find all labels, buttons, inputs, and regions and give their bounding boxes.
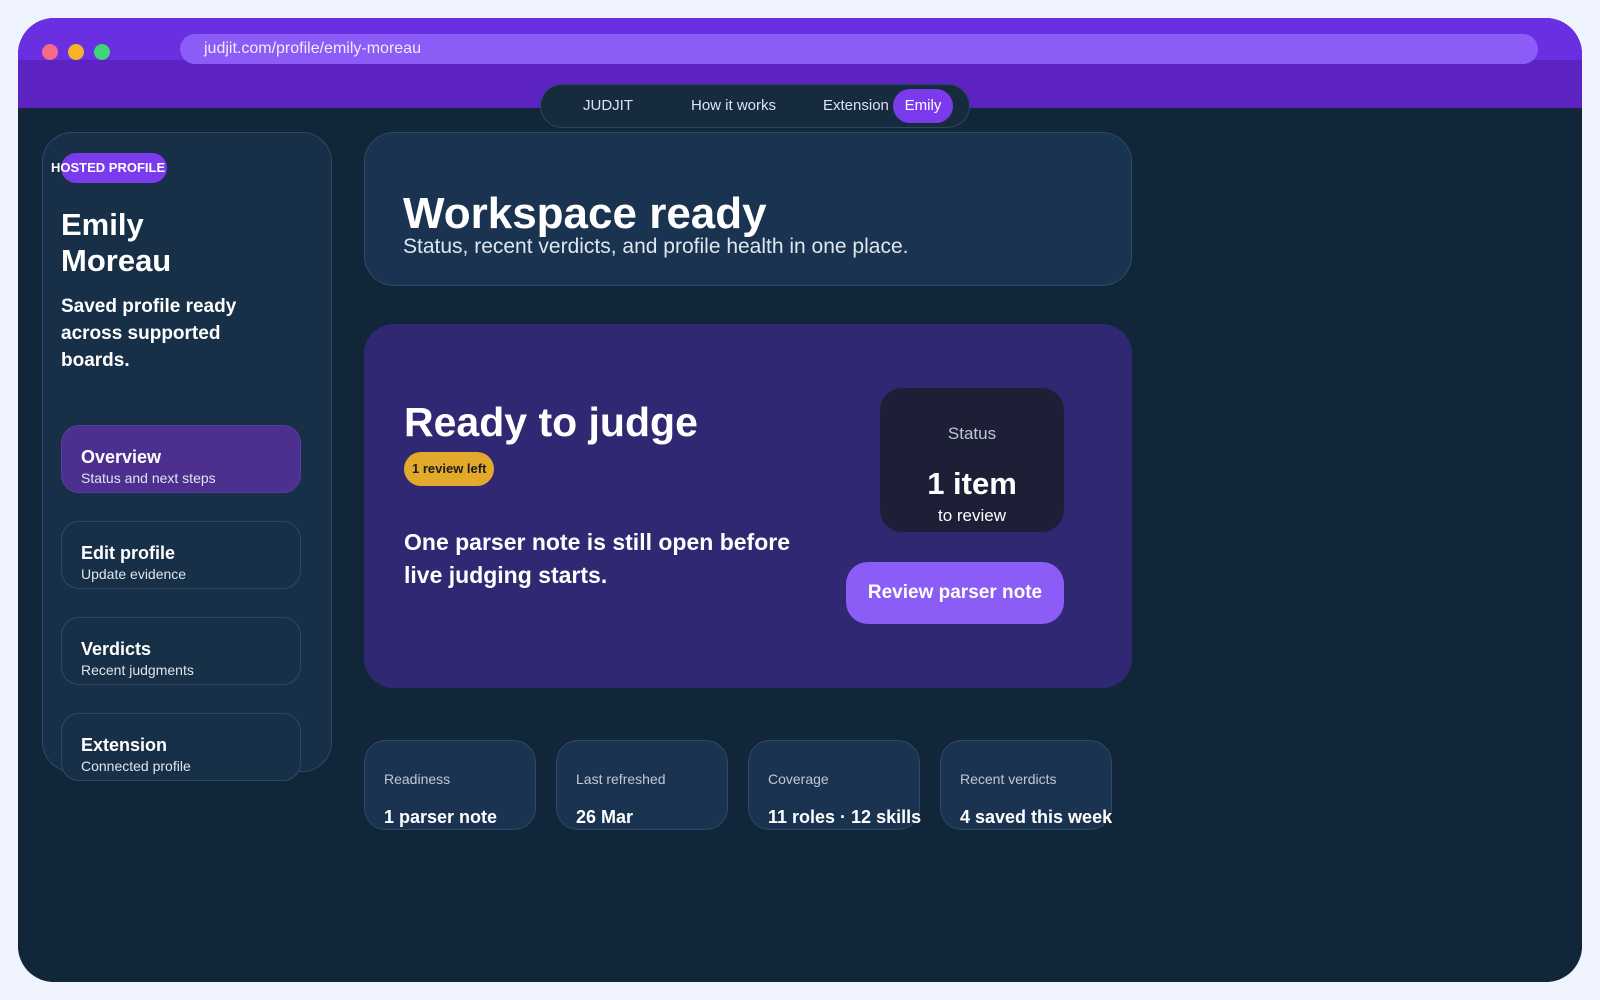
stat-value: 1 parser note xyxy=(384,807,498,827)
stat-card-last-refreshed: Last refreshed 26 Mar xyxy=(556,740,728,830)
review-parser-note-button[interactable]: Review parser note xyxy=(846,562,1064,624)
sidebar-item-extension[interactable]: Extension Connected profile xyxy=(61,713,301,781)
nav-brand-link[interactable]: JUDJIT xyxy=(583,85,633,127)
profile-sidebar: HOSTED PROFILE Emily Moreau Saved profil… xyxy=(42,132,332,781)
nav-how-it-works-link[interactable]: How it works xyxy=(691,85,776,127)
sidebar-item-subtitle: Connected profile xyxy=(81,758,191,774)
judge-message: One parser note is still open before liv… xyxy=(404,529,790,588)
profile-description: Saved profile ready across supported boa… xyxy=(61,296,237,371)
status-panel: Status 1 item to review xyxy=(880,388,1064,532)
sidebar-item-subtitle: Update evidence xyxy=(81,566,187,582)
sidebar-item-verdicts[interactable]: Verdicts Recent judgments xyxy=(61,617,301,685)
stat-label: Readiness xyxy=(384,771,451,787)
stat-value: 4 saved this week xyxy=(960,807,1113,827)
status-label: Status xyxy=(947,424,997,443)
user-menu-button[interactable]: Emily xyxy=(893,89,953,123)
workspace-hero-card: Workspace ready Status, recent verdicts,… xyxy=(364,132,1132,286)
stat-card-readiness: Readiness 1 parser note xyxy=(364,740,536,830)
status-value: 1 item xyxy=(927,466,1017,501)
sidebar-item-overview[interactable]: Overview Status and next steps xyxy=(61,425,301,493)
stat-card-coverage: Coverage 11 roles · 12 skills xyxy=(748,740,922,830)
stat-value: 11 roles · 12 skills xyxy=(768,807,922,827)
nav-extension-link[interactable]: Extension xyxy=(823,85,889,127)
page-subtitle: Status, recent verdicts, and profile hea… xyxy=(403,235,909,258)
profile-name: Emily Moreau xyxy=(61,207,261,279)
top-nav: JUDJIT How it works Extension Emily xyxy=(540,84,970,128)
sidebar-item-title: Edit profile xyxy=(81,543,175,563)
reviews-left-badge: 1 review left xyxy=(404,452,495,486)
stat-value: 26 Mar xyxy=(576,807,634,827)
stat-label: Coverage xyxy=(768,771,829,787)
maximize-window-dot[interactable] xyxy=(94,44,110,60)
sidebar-item-title: Overview xyxy=(81,447,162,467)
page-title: Workspace ready xyxy=(403,189,767,238)
hosted-profile-label: HOSTED PROFILE xyxy=(51,160,166,175)
close-window-dot[interactable] xyxy=(42,44,58,60)
minimize-window-dot[interactable] xyxy=(68,44,84,60)
judge-title: Ready to judge xyxy=(404,399,698,445)
sidebar-item-title: Extension xyxy=(81,735,168,755)
sidebar-item-title: Verdicts xyxy=(81,639,152,659)
profile-first-name: Emily xyxy=(61,207,144,242)
status-subtext: to review xyxy=(937,506,1007,525)
stat-card-recent-verdicts: Recent verdicts 4 saved this week xyxy=(940,740,1112,830)
sidebar-item-subtitle: Recent judgments xyxy=(81,662,194,678)
sidebar-item-edit-profile[interactable]: Edit profile Update evidence xyxy=(61,521,301,589)
profile-last-name: Moreau xyxy=(61,243,172,278)
browser-window: judjit.com/profile/emily-moreau JUDJIT H… xyxy=(18,18,1582,982)
address-bar[interactable]: judjit.com/profile/emily-moreau xyxy=(180,34,1538,64)
stat-label: Last refreshed xyxy=(576,771,666,787)
ready-to-judge-card: Ready to judge 1 review left One parser … xyxy=(364,324,1132,688)
stat-label: Recent verdicts xyxy=(960,771,1057,787)
sidebar-item-subtitle: Status and next steps xyxy=(81,470,216,486)
